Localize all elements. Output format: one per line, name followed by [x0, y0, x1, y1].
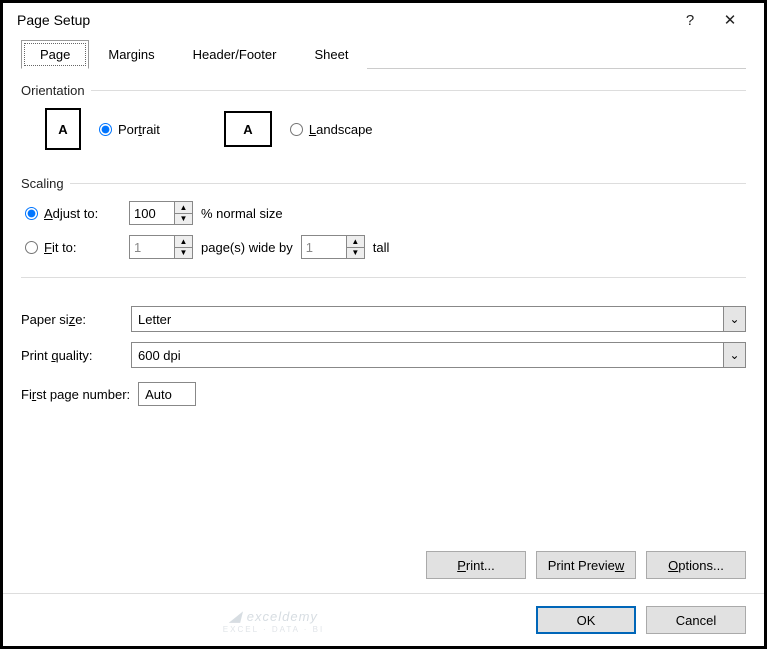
print-preview-button[interactable]: Print Preview — [536, 551, 636, 579]
adjust-to-radio[interactable]: Adjust to: — [25, 206, 121, 221]
chevron-down-icon[interactable]: ⌄ — [723, 307, 745, 331]
tab-header-footer[interactable]: Header/Footer — [174, 40, 296, 69]
title-bar: Page Setup ? ✕ — [3, 3, 764, 35]
fit-wide-spinner[interactable]: ▲▼ — [129, 235, 193, 259]
print-quality-combo[interactable]: ⌄ — [131, 342, 746, 368]
landscape-page-icon: A — [224, 111, 272, 147]
portrait-page-icon: A — [45, 108, 81, 150]
fit-wide-input[interactable] — [130, 236, 174, 258]
watermark-text: exceldemy — [247, 609, 318, 624]
landscape-radio-input[interactable] — [290, 123, 303, 136]
fit-tall-input[interactable] — [302, 236, 346, 258]
window-title: Page Setup — [17, 12, 670, 28]
action-button-row: Print... Print Preview Options... — [21, 551, 746, 593]
fit-tall-spinner[interactable]: ▲▼ — [301, 235, 365, 259]
fit-tall-suffix: tall — [373, 240, 390, 255]
dialog-content: Page Margins Header/Footer Sheet Orienta… — [3, 35, 764, 593]
options-button[interactable]: Options... — [646, 551, 746, 579]
icon-glyph: A — [243, 122, 252, 137]
print-quality-input[interactable] — [132, 343, 723, 367]
tab-strip: Page Margins Header/Footer Sheet — [21, 39, 746, 69]
paper-size-combo[interactable]: ⌄ — [131, 306, 746, 332]
scaling-label: Scaling — [21, 176, 746, 191]
separator — [21, 277, 746, 278]
page-setup-dialog: Page Setup ? ✕ Page Margins Header/Foote… — [0, 0, 767, 649]
adjust-to-spinner[interactable]: ▲▼ — [129, 201, 193, 225]
adjust-suffix: % normal size — [201, 206, 283, 221]
first-page-row: First page number: — [21, 382, 746, 406]
adjust-to-input[interactable] — [130, 202, 174, 224]
paper-size-input[interactable] — [132, 307, 723, 331]
spinner-down-icon[interactable]: ▼ — [175, 248, 192, 259]
orientation-group: Orientation A Portrait A Landscape — [21, 83, 746, 150]
tab-margins[interactable]: Margins — [89, 40, 173, 69]
landscape-radio[interactable]: Landscape — [290, 122, 373, 137]
fit-to-radio-input[interactable] — [25, 241, 38, 254]
portrait-radio[interactable]: Portrait — [99, 122, 160, 137]
chevron-down-icon[interactable]: ⌄ — [723, 343, 745, 367]
print-button[interactable]: Print... — [426, 551, 526, 579]
close-icon[interactable]: ✕ — [710, 11, 750, 29]
fit-mid-label: page(s) wide by — [201, 240, 293, 255]
spinner-up-icon[interactable]: ▲ — [175, 202, 192, 214]
tab-page[interactable]: Page — [21, 40, 89, 69]
spinner-down-icon[interactable]: ▼ — [347, 248, 364, 259]
ok-button[interactable]: OK — [536, 606, 636, 634]
spinner-up-icon[interactable]: ▲ — [175, 236, 192, 248]
paper-size-row: Paper size: ⌄ — [21, 306, 746, 332]
fit-to-radio[interactable]: Fit to: — [25, 240, 121, 255]
tab-sheet[interactable]: Sheet — [295, 40, 367, 69]
watermark: ◢ exceldemy EXCEL · DATA · BI — [21, 607, 526, 634]
first-page-input[interactable] — [138, 382, 196, 406]
dialog-footer: ◢ exceldemy EXCEL · DATA · BI OK Cancel — [3, 593, 764, 646]
spinner-down-icon[interactable]: ▼ — [175, 214, 192, 225]
icon-glyph: A — [58, 122, 67, 137]
orientation-label: Orientation — [21, 83, 746, 98]
portrait-radio-input[interactable] — [99, 123, 112, 136]
adjust-to-radio-input[interactable] — [25, 207, 38, 220]
help-icon[interactable]: ? — [670, 12, 710, 29]
scaling-group: Scaling Adjust to: ▲▼ % normal size Fit … — [21, 176, 746, 259]
cancel-button[interactable]: Cancel — [646, 606, 746, 634]
watermark-subtext: EXCEL · DATA · BI — [21, 625, 526, 634]
print-quality-row: Print quality: ⌄ — [21, 342, 746, 368]
spinner-up-icon[interactable]: ▲ — [347, 236, 364, 248]
